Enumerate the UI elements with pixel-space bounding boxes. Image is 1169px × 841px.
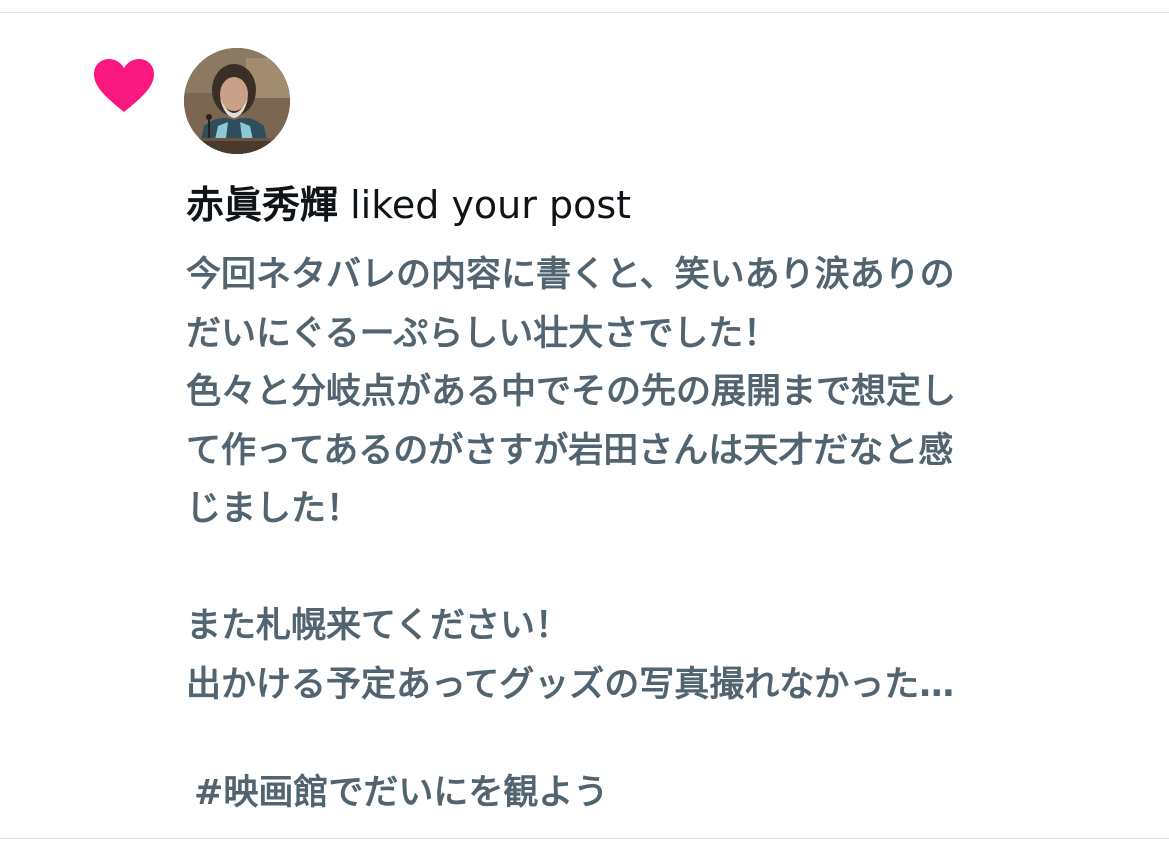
post-line: また札幌来てください！	[186, 606, 570, 646]
post-line: て作ってあるのがさすが岩田さんは天才だなと感	[186, 430, 954, 471]
notification-headline: 赤眞秀輝 liked your post	[186, 178, 631, 232]
post-line: だいにぐるーぷらしい壮大さでした！	[186, 313, 779, 354]
post-line: 今回ネタバレの内容に書くと、笑いあり涙ありの	[186, 255, 955, 295]
hashtag-link[interactable]: #映画館でだいにを観よう	[194, 764, 608, 822]
post-line: じました！	[186, 489, 362, 529]
action-text: liked your post	[338, 183, 632, 227]
bottom-divider	[0, 838, 1169, 839]
user-avatar[interactable]	[184, 48, 290, 154]
post-line: 色々と分岐点がある中でその先の展開まで想定し	[186, 372, 957, 412]
post-line	[186, 539, 1126, 598]
user-name-link[interactable]: 赤眞秀輝	[186, 183, 338, 227]
post-line: 出かける予定あってグッズの写真撮れなかった…	[186, 664, 955, 705]
heart-icon	[94, 59, 154, 112]
post-text[interactable]: 今回ネタバレの内容に書くと、笑いあり涙ありの だいにぐるーぷらしい壮大さでした！…	[186, 246, 1126, 714]
